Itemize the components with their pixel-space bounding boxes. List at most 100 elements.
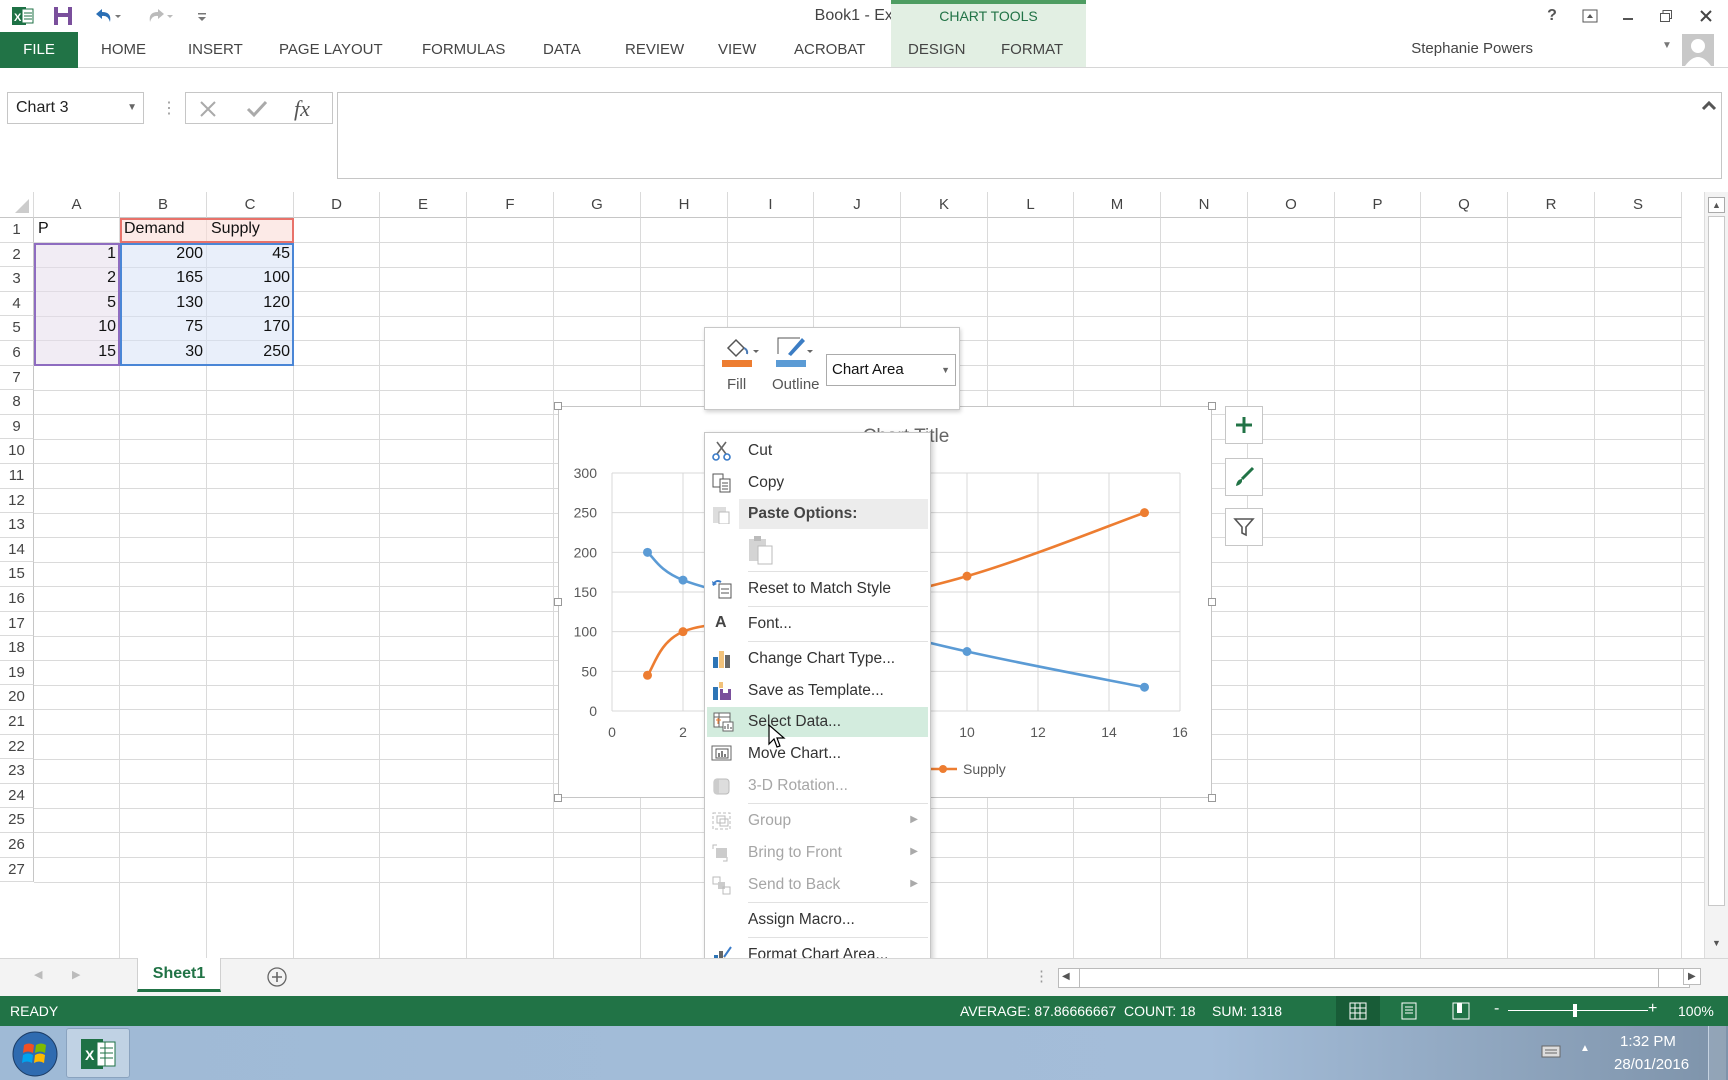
column-header-k[interactable]: K (901, 192, 988, 218)
row-header-13[interactable]: 13 (0, 513, 34, 538)
save-icon[interactable] (50, 4, 76, 28)
column-header-e[interactable]: E (380, 192, 467, 218)
cell-b1[interactable]: Demand (120, 220, 207, 238)
new-sheet-icon[interactable] (266, 966, 288, 988)
menu-item-assign-macro[interactable]: Assign Macro... (705, 905, 930, 935)
column-header-l[interactable]: L (988, 192, 1074, 218)
scroll-tabs-right-icon[interactable]: ▶ (72, 968, 80, 981)
cell-a5[interactable]: 10 (34, 318, 120, 336)
row-header-26[interactable]: 26 (0, 833, 34, 858)
menu-item-copy[interactable]: Copy (705, 468, 930, 498)
row-header-5[interactable]: 5 (0, 316, 34, 341)
menu-item-change-chart-type[interactable]: Change Chart Type... (705, 644, 930, 674)
tab-view[interactable]: VIEW (708, 32, 766, 68)
row-header-1[interactable]: 1 (0, 218, 34, 243)
cell-c6[interactable]: 250 (207, 343, 294, 361)
row-header-22[interactable]: 22 (0, 734, 34, 760)
vertical-scroll-thumb[interactable] (1708, 216, 1725, 906)
cell-a3[interactable]: 2 (34, 269, 120, 287)
cell-c5[interactable]: 170 (207, 318, 294, 336)
user-dropdown-icon[interactable]: ▼ (1662, 40, 1672, 51)
cell-b2[interactable]: 200 (120, 245, 207, 263)
column-header-c[interactable]: C (207, 192, 294, 218)
cell-b5[interactable]: 75 (120, 318, 207, 336)
fill-button[interactable]: Fill (715, 334, 765, 406)
tab-formulas[interactable]: FORMULAS (412, 32, 515, 68)
zoom-in-button[interactable]: + (1648, 1000, 1657, 1018)
clock-time[interactable]: 1:32 PM (1620, 1033, 1676, 1050)
page-layout-view-icon[interactable] (1400, 1002, 1418, 1020)
tab-review[interactable]: REVIEW (615, 32, 694, 68)
row-header-18[interactable]: 18 (0, 636, 34, 661)
page-break-view-icon[interactable] (1452, 1002, 1470, 1020)
column-header-f[interactable]: F (467, 192, 554, 218)
column-header-n[interactable]: N (1161, 192, 1248, 218)
tab-file[interactable]: FILE (0, 32, 78, 68)
horizontal-scroll-thumb[interactable] (1079, 968, 1659, 988)
row-header-24[interactable]: 24 (0, 783, 34, 809)
tab-data[interactable]: DATA (533, 32, 591, 68)
row-header-6[interactable]: 6 (0, 341, 34, 366)
tab-page-layout[interactable]: PAGE LAYOUT (269, 32, 393, 68)
cell-a6[interactable]: 15 (34, 343, 120, 361)
zoom-out-button[interactable]: - (1494, 1000, 1499, 1018)
resize-handle-top-right[interactable] (1208, 402, 1216, 410)
row-header-23[interactable]: 23 (0, 759, 34, 784)
column-header-r[interactable]: R (1508, 192, 1595, 218)
tab-design[interactable]: DESIGN (898, 32, 976, 68)
row-header-4[interactable]: 4 (0, 291, 34, 317)
resize-handle-bottom-right[interactable] (1208, 794, 1216, 802)
row-header-17[interactable]: 17 (0, 611, 34, 637)
column-header-o[interactable]: O (1248, 192, 1335, 218)
insert-function-button[interactable]: fx (294, 96, 310, 122)
cell-a4[interactable]: 5 (34, 294, 120, 312)
sheet-tab-sheet1[interactable]: Sheet1 (137, 958, 221, 992)
ribbon-display-options-button[interactable] (1574, 3, 1606, 29)
close-button[interactable] (1690, 3, 1722, 29)
minimize-button[interactable] (1612, 3, 1644, 29)
row-header-7[interactable]: 7 (0, 365, 34, 391)
restore-button[interactable] (1650, 3, 1682, 29)
clock-date[interactable]: 28/01/2016 (1614, 1056, 1689, 1073)
user-avatar[interactable] (1682, 34, 1714, 66)
scroll-up-icon[interactable]: ▲ (1708, 197, 1725, 213)
scroll-tabs-left-icon[interactable]: ◀ (34, 968, 42, 981)
start-button[interactable] (10, 1029, 60, 1079)
chart-elements-button[interactable] (1225, 406, 1263, 444)
cell-b3[interactable]: 165 (120, 269, 207, 287)
resize-handle-left[interactable] (554, 598, 562, 606)
cell-c2[interactable]: 45 (207, 245, 294, 263)
chart-styles-button[interactable] (1225, 458, 1263, 496)
chart-filters-button[interactable] (1225, 508, 1263, 546)
chart-element-dropdown[interactable]: Chart Area ▼ (826, 354, 956, 386)
show-hidden-icons-icon[interactable]: ▲ (1580, 1043, 1590, 1054)
menu-item-select-data[interactable]: Select Data... (707, 707, 928, 737)
tab-format[interactable]: FORMAT (991, 32, 1073, 68)
column-header-i[interactable]: I (728, 192, 814, 218)
row-header-11[interactable]: 11 (0, 464, 34, 489)
scroll-left-icon[interactable]: ◀ (1062, 971, 1070, 982)
zoom-slider-thumb[interactable] (1573, 1004, 1577, 1017)
column-header-s[interactable]: S (1595, 192, 1682, 218)
help-button[interactable]: ? (1536, 3, 1568, 29)
cell-a2[interactable]: 1 (34, 245, 120, 263)
cancel-entry-icon[interactable] (198, 99, 218, 119)
column-header-b[interactable]: B (120, 192, 207, 218)
row-header-9[interactable]: 9 (0, 414, 34, 440)
column-header-m[interactable]: M (1074, 192, 1161, 218)
collapse-formula-bar-icon[interactable] (1701, 99, 1717, 113)
menu-item-move-chart[interactable]: Move Chart... (705, 739, 930, 769)
column-header-p[interactable]: P (1335, 192, 1421, 218)
customize-quick-access-icon[interactable] (192, 4, 212, 28)
name-box-dropdown-icon[interactable]: ▼ (127, 93, 137, 123)
cell-c1[interactable]: Supply (207, 220, 294, 238)
cell-b6[interactable]: 30 (120, 343, 207, 361)
menu-item-save-as-template[interactable]: Save as Template... (705, 676, 930, 706)
select-all-corner[interactable] (0, 192, 34, 218)
row-header-20[interactable]: 20 (0, 685, 34, 710)
cell-c3[interactable]: 100 (207, 269, 294, 287)
row-header-12[interactable]: 12 (0, 488, 34, 514)
column-header-a[interactable]: A (34, 192, 120, 218)
formula-input[interactable] (337, 92, 1722, 179)
tab-home[interactable]: HOME (91, 32, 156, 68)
